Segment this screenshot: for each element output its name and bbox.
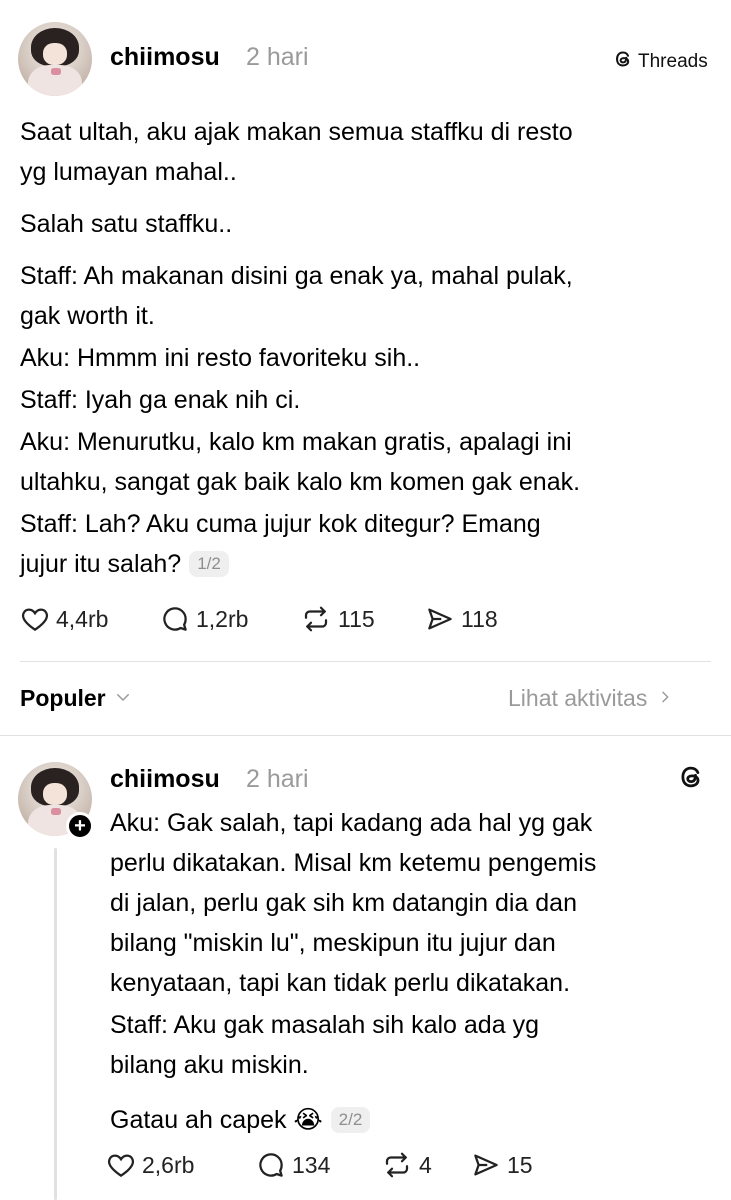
comment-count: 134 bbox=[292, 1151, 331, 1178]
closing-text: Gatau ah capek 😭 bbox=[110, 1106, 323, 1134]
share-button[interactable]: 15 bbox=[471, 1150, 533, 1180]
send-icon bbox=[471, 1150, 501, 1180]
threads-label: Threads bbox=[638, 51, 708, 72]
sort-label: Populer bbox=[20, 685, 106, 711]
text-line: Saat ultah, aku ajak makan semua staffku… bbox=[20, 118, 573, 146]
repost-count: 4 bbox=[419, 1151, 432, 1178]
divider bbox=[20, 661, 711, 662]
like-count: 2,6rb bbox=[142, 1151, 195, 1178]
paragraph: Aku: Menurutku, kalo km makan gratis, ap… bbox=[20, 422, 580, 502]
comment-count: 1,2rb bbox=[196, 605, 249, 632]
text-line: gak worth it. bbox=[20, 302, 155, 330]
username[interactable]: chiimosu bbox=[110, 43, 220, 72]
like-button[interactable]: 2,6rb bbox=[106, 1150, 256, 1180]
paragraph: Aku: Hmmm ini resto favoriteku sih.. bbox=[20, 338, 580, 378]
share-count: 15 bbox=[507, 1151, 533, 1178]
text-line: Salah satu staffku.. bbox=[20, 210, 233, 238]
text-line: kenyataan, tapi kan tidak perlu dikataka… bbox=[110, 969, 571, 997]
comment-icon bbox=[256, 1150, 286, 1180]
repost-button[interactable]: 4 bbox=[381, 1150, 471, 1180]
paragraph: Staff: Ah makanan disini ga enak ya, mah… bbox=[20, 256, 580, 336]
share-button[interactable]: 118 bbox=[425, 604, 498, 634]
follow-plus-button[interactable]: + bbox=[66, 812, 94, 840]
paragraph: Salah satu staffku.. bbox=[20, 204, 580, 244]
paragraph: Staff: Iyah ga enak nih ci. bbox=[20, 380, 580, 420]
like-count: 4,4rb bbox=[56, 605, 109, 632]
text-line: di jalan, perlu gak sih km datangin dia … bbox=[110, 889, 577, 917]
heart-icon bbox=[20, 604, 50, 634]
comment-icon bbox=[160, 604, 190, 634]
text-line: Aku: Hmmm ini resto favoriteku sih.. bbox=[20, 344, 421, 372]
divider bbox=[0, 735, 731, 736]
text-line: Staff: Lah? Aku cuma jujur kok ditegur? … bbox=[20, 510, 541, 538]
repost-icon bbox=[300, 604, 332, 634]
thread-line bbox=[54, 848, 57, 1200]
text-line: Aku: Menurutku, kalo km makan gratis, ap… bbox=[20, 428, 572, 456]
post-actions: 4,4rb 1,2rb 115 118 bbox=[20, 604, 498, 634]
text-line: Staff: Aku gak masalah sih kalo ada yg bbox=[110, 1011, 539, 1039]
text-line: Staff: Iyah ga enak nih ci. bbox=[20, 386, 301, 414]
chevron-down-icon bbox=[114, 685, 132, 712]
post-time: 2 hari bbox=[246, 765, 309, 793]
username[interactable]: chiimosu bbox=[110, 765, 220, 794]
threads-logo-icon bbox=[612, 48, 634, 76]
text-line: yg lumayan mahal.. bbox=[20, 158, 237, 186]
sort-dropdown[interactable]: Populer bbox=[20, 685, 132, 712]
post-body: Saat ultah, aku ajak makan semua staffku… bbox=[20, 112, 580, 586]
view-activity-link[interactable]: Lihat aktivitas bbox=[508, 685, 673, 712]
text-line: Staff: Ah makanan disini ga enak ya, mah… bbox=[20, 262, 573, 290]
post-body: Aku: Gak salah, tapi kadang ada hal yg g… bbox=[110, 803, 596, 1087]
comment-button[interactable]: 134 bbox=[256, 1150, 381, 1180]
page-indicator: 1/2 bbox=[189, 551, 229, 577]
page-indicator: 2/2 bbox=[330, 1107, 371, 1133]
post-time: 2 hari bbox=[246, 43, 309, 71]
paragraph: Aku: Gak salah, tapi kadang ada hal yg g… bbox=[110, 803, 596, 1003]
comment-button[interactable]: 1,2rb bbox=[160, 604, 300, 634]
threads-brand: Threads bbox=[612, 48, 708, 76]
view-activity-label: Lihat aktivitas bbox=[508, 685, 648, 711]
repost-button[interactable]: 115 bbox=[300, 604, 425, 634]
paragraph: Staff: Aku gak masalah sih kalo ada yg bi… bbox=[110, 1005, 596, 1085]
repost-count: 115 bbox=[338, 605, 375, 632]
chevron-right-icon bbox=[657, 685, 673, 712]
send-icon bbox=[425, 604, 455, 634]
repost-icon bbox=[381, 1150, 413, 1180]
like-button[interactable]: 4,4rb bbox=[20, 604, 160, 634]
text-line-content: jujur itu salah? bbox=[20, 550, 182, 578]
text-line: bilang aku miskin. bbox=[110, 1051, 309, 1079]
text-line: Aku: Gak salah, tapi kadang ada hal yg g… bbox=[110, 809, 593, 837]
share-count: 118 bbox=[461, 605, 498, 632]
avatar[interactable] bbox=[18, 22, 92, 96]
post-actions: 2,6rb 134 4 15 bbox=[106, 1150, 533, 1180]
text-line: ultahku, sangat gak baik kalo km komen g… bbox=[20, 468, 581, 496]
post-closing: Gatau ah capek 😭 2/2 bbox=[110, 1100, 371, 1140]
threads-logo-icon[interactable] bbox=[676, 762, 706, 797]
heart-icon bbox=[106, 1150, 136, 1180]
text-line: perlu dikatakan. Misal km ketemu pengemi… bbox=[110, 849, 597, 877]
text-line: bilang "miskin lu", meskipun itu jujur d… bbox=[110, 929, 556, 957]
paragraph: Staff: Lah? Aku cuma jujur kok ditegur? … bbox=[20, 504, 580, 584]
paragraph: Saat ultah, aku ajak makan semua staffku… bbox=[20, 112, 580, 192]
text-line: jujur itu salah? 1/2 bbox=[20, 544, 580, 584]
